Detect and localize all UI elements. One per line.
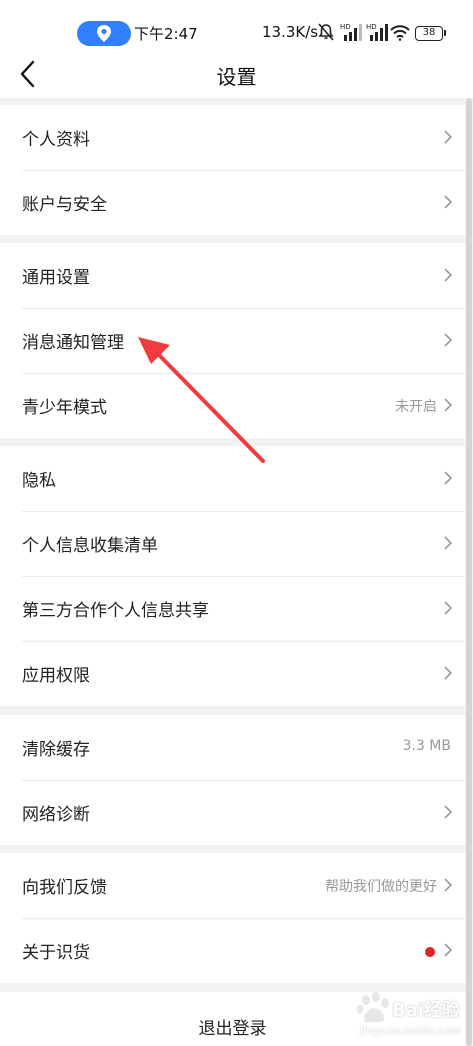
cache-size: 3.3 MB bbox=[402, 738, 451, 754]
mute-icon bbox=[318, 23, 334, 41]
logout-button[interactable]: 退出登录 bbox=[0, 992, 465, 1046]
row-label: 第三方合作个人信息共享 bbox=[22, 601, 209, 621]
settings-group-maintenance: 清除缓存 3.3 MB 网络诊断 bbox=[0, 715, 465, 845]
chevron-right-icon bbox=[444, 398, 453, 412]
page-title: 设置 bbox=[216, 65, 257, 89]
chevron-right-icon bbox=[444, 471, 453, 485]
settings-row-general[interactable]: 通用设置 bbox=[0, 243, 465, 308]
settings-row-network-diagnosis[interactable]: 网络诊断 bbox=[0, 780, 465, 845]
status-bar: 下午2:47 13.3K/s HD HD 38 bbox=[0, 0, 473, 50]
settings-row-about[interactable]: 关于识货 bbox=[0, 918, 465, 983]
chevron-right-icon bbox=[444, 536, 453, 550]
chevron-right-icon bbox=[444, 195, 453, 209]
chevron-right-icon bbox=[444, 601, 453, 615]
svg-text:HD: HD bbox=[340, 23, 351, 31]
nav-bar: 设置 bbox=[0, 50, 473, 98]
signal-hd-icon: HD bbox=[340, 23, 362, 41]
settings-row-clear-cache[interactable]: 清除缓存 3.3 MB bbox=[0, 715, 465, 780]
row-label: 个人资料 bbox=[22, 130, 90, 150]
settings-row-app-permissions[interactable]: 应用权限 bbox=[0, 641, 465, 706]
signal-hd-icon: HD bbox=[366, 23, 388, 41]
location-indicator bbox=[77, 21, 131, 46]
chevron-right-icon bbox=[444, 666, 453, 680]
row-label: 隐私 bbox=[22, 471, 56, 491]
settings-group-about: 向我们反馈 帮助我们做的更好 关于识货 bbox=[0, 853, 465, 983]
settings-row-teen-mode[interactable]: 青少年模式 未开启 bbox=[0, 373, 465, 438]
wifi-icon bbox=[390, 25, 410, 41]
chevron-right-icon bbox=[444, 943, 453, 957]
row-label: 个人信息收集清单 bbox=[22, 536, 158, 556]
row-label: 清除缓存 bbox=[22, 740, 90, 760]
settings-group-account: 个人资料 账户与安全 bbox=[0, 105, 465, 235]
row-label: 账户与安全 bbox=[22, 195, 107, 215]
chevron-right-icon bbox=[444, 268, 453, 282]
status-time: 下午2:47 bbox=[134, 25, 198, 43]
settings-row-privacy[interactable]: 隐私 bbox=[0, 446, 465, 511]
settings-row-profile[interactable]: 个人资料 bbox=[0, 105, 465, 170]
row-label: 关于识货 bbox=[22, 943, 90, 963]
location-pin-icon bbox=[97, 25, 111, 42]
row-label: 网络诊断 bbox=[22, 805, 90, 825]
new-badge-dot bbox=[425, 947, 435, 957]
settings-row-third-party-sharing[interactable]: 第三方合作个人信息共享 bbox=[0, 576, 465, 641]
svg-text:HD: HD bbox=[366, 23, 377, 31]
chevron-right-icon bbox=[444, 333, 453, 347]
settings-row-feedback[interactable]: 向我们反馈 帮助我们做的更好 bbox=[0, 853, 465, 918]
chevron-right-icon bbox=[444, 878, 453, 892]
battery-indicator: 38 bbox=[415, 26, 446, 41]
row-label: 消息通知管理 bbox=[22, 333, 124, 353]
settings-group-privacy: 隐私 个人信息收集清单 第三方合作个人信息共享 应用权限 bbox=[0, 446, 465, 706]
logout-label: 退出登录 bbox=[198, 1019, 267, 1039]
settings-row-notifications[interactable]: 消息通知管理 bbox=[0, 308, 465, 373]
settings-group-general: 通用设置 消息通知管理 青少年模式 未开启 bbox=[0, 243, 465, 438]
row-value: 帮助我们做的更好 bbox=[325, 879, 437, 895]
row-label: 应用权限 bbox=[22, 666, 90, 686]
row-label: 向我们反馈 bbox=[22, 878, 107, 898]
settings-row-info-collection[interactable]: 个人信息收集清单 bbox=[0, 511, 465, 576]
row-value: 未开启 bbox=[395, 399, 437, 415]
chevron-right-icon bbox=[444, 805, 453, 819]
network-speed: 13.3K/s bbox=[262, 23, 319, 41]
chevron-right-icon bbox=[444, 130, 453, 144]
settings-row-account-security[interactable]: 账户与安全 bbox=[0, 170, 465, 235]
scrollbar-thumb[interactable] bbox=[466, 98, 472, 1046]
row-label: 青少年模式 bbox=[22, 398, 107, 418]
scrollbar[interactable] bbox=[465, 98, 473, 1046]
row-label: 通用设置 bbox=[22, 268, 90, 288]
